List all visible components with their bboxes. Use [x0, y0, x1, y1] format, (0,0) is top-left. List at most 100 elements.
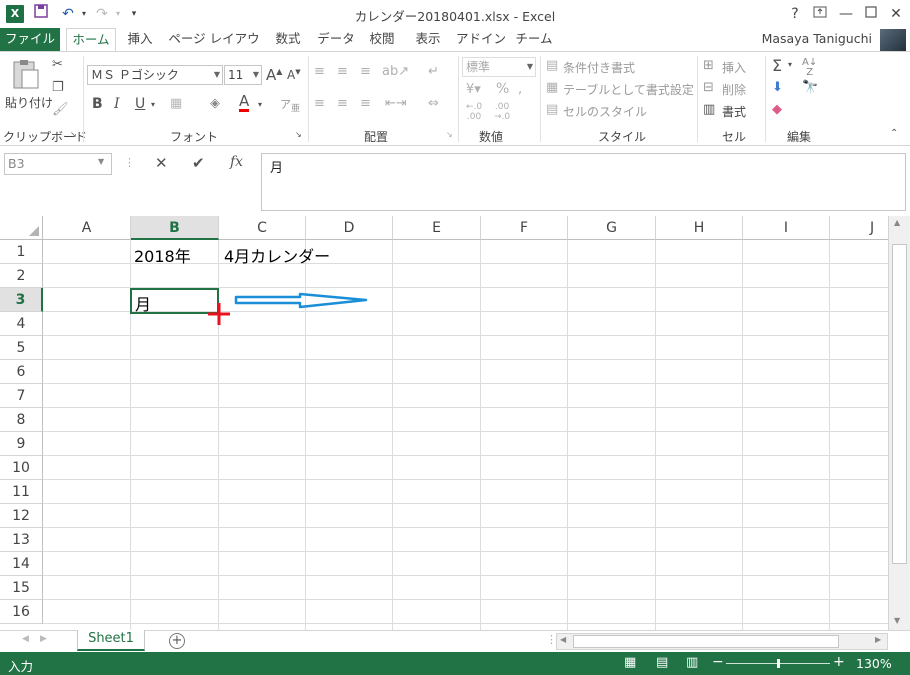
scroll-right-icon[interactable]: ▶: [875, 635, 881, 644]
cell-b1[interactable]: 2018年: [134, 243, 191, 267]
decrease-decimal-icon[interactable]: .00 →.0: [494, 102, 510, 122]
percent-button[interactable]: %: [496, 81, 509, 97]
copy-icon[interactable]: ❐: [52, 80, 64, 95]
normal-view-icon[interactable]: ▦: [624, 655, 636, 670]
clear-icon[interactable]: ◆: [772, 102, 782, 117]
format-as-table-button[interactable]: テーブルとして書式設定: [563, 81, 694, 98]
formula-input[interactable]: 月: [261, 153, 906, 211]
format-cells-icon[interactable]: ▥: [703, 102, 715, 117]
format-cells-button[interactable]: 書式: [722, 103, 746, 120]
font-color-dropdown-icon[interactable]: ▾: [258, 100, 262, 109]
next-sheet-icon[interactable]: ▶: [40, 634, 47, 644]
row-header-13[interactable]: 13: [0, 528, 43, 552]
zoom-slider-thumb[interactable]: [777, 659, 780, 668]
column-header-j[interactable]: J: [830, 216, 888, 240]
phonetic-icon[interactable]: ア亜: [280, 96, 300, 114]
maximize-button[interactable]: [859, 3, 883, 25]
row-header-10[interactable]: 10: [0, 456, 43, 480]
bold-button[interactable]: B: [92, 96, 103, 112]
autosum-icon[interactable]: Σ: [772, 56, 782, 75]
row-header-1[interactable]: 1: [0, 240, 43, 264]
minimize-button[interactable]: —: [834, 3, 858, 25]
tab-addins[interactable]: アドイン: [454, 28, 508, 52]
column-header-f[interactable]: F: [481, 216, 568, 240]
italic-button[interactable]: I: [114, 96, 120, 112]
column-header-e[interactable]: E: [393, 216, 481, 240]
indent-icons[interactable]: ⇤⇥: [385, 96, 407, 111]
sort-filter-icon[interactable]: A↓ Z: [802, 58, 817, 78]
tab-data[interactable]: データ: [314, 28, 358, 52]
row-header-8[interactable]: 8: [0, 408, 43, 432]
format-as-table-icon[interactable]: ▦: [546, 80, 558, 95]
delete-cells-button[interactable]: 削除: [722, 81, 746, 98]
collapse-ribbon-icon[interactable]: ⌃: [890, 128, 898, 139]
cell-c1[interactable]: 4月カレンダー: [224, 243, 330, 267]
increase-decimal-icon[interactable]: ←.0.00: [466, 102, 482, 122]
add-sheet-icon[interactable]: +: [169, 633, 185, 649]
row-header-4[interactable]: 4: [0, 312, 43, 336]
insert-cells-button[interactable]: 挿入: [722, 59, 746, 76]
zoom-level[interactable]: 130%: [856, 656, 892, 671]
tab-review[interactable]: 校閲: [362, 28, 402, 52]
avatar[interactable]: [880, 29, 906, 51]
row-header-6[interactable]: 6: [0, 360, 43, 384]
font-name-select[interactable]: ＭＳ Ｐゴシック ▼: [87, 65, 223, 85]
font-launcher-icon[interactable]: ↘: [295, 130, 302, 139]
fill-color-icon[interactable]: ◈: [210, 96, 220, 111]
underline-button[interactable]: U: [135, 96, 145, 112]
sheet-tab-sheet1[interactable]: Sheet1: [77, 630, 145, 651]
row-header-7[interactable]: 7: [0, 384, 43, 408]
worksheet-grid[interactable]: A B C D E F G H I J 1 2 3 4 5 6 7 8 9 10…: [0, 216, 888, 630]
tab-view[interactable]: 表示: [408, 28, 448, 52]
column-header-a[interactable]: A: [43, 216, 131, 240]
insert-cells-icon[interactable]: ⊞: [703, 58, 714, 73]
tab-team[interactable]: チーム: [512, 28, 556, 52]
clipboard-launcher-icon[interactable]: ↘: [70, 130, 77, 139]
format-painter-icon[interactable]: 🖌: [52, 102, 69, 117]
font-size-select[interactable]: 11 ▼: [224, 65, 262, 85]
name-box[interactable]: B3: [4, 153, 112, 175]
cell-styles-button[interactable]: セルのスタイル: [563, 103, 647, 120]
close-button[interactable]: ✕: [884, 3, 908, 25]
decrease-font-icon[interactable]: A▼: [287, 68, 301, 82]
column-header-g[interactable]: G: [568, 216, 656, 240]
vertical-scrollbar[interactable]: ▲ ▼: [888, 216, 910, 630]
autosum-dropdown-icon[interactable]: ▾: [788, 60, 792, 69]
wrap-text-icon[interactable]: ↵: [428, 64, 439, 79]
tab-file[interactable]: ファイル: [0, 28, 60, 52]
horizontal-scrollbar[interactable]: ◀ ▶: [556, 633, 888, 650]
column-header-h[interactable]: H: [656, 216, 743, 240]
scroll-down-icon[interactable]: ▼: [894, 616, 900, 625]
fill-icon[interactable]: ⬇: [772, 80, 783, 95]
border-icon[interactable]: ▦: [170, 96, 182, 111]
cut-icon[interactable]: ✂: [52, 57, 63, 72]
cell-styles-icon[interactable]: ▤: [546, 102, 558, 117]
help-button[interactable]: ?: [783, 3, 807, 25]
horizontal-scroll-thumb[interactable]: [573, 635, 839, 648]
prev-sheet-icon[interactable]: ◀: [22, 634, 29, 644]
column-header-i[interactable]: I: [743, 216, 830, 240]
confirm-entry-icon[interactable]: ✔: [192, 154, 205, 172]
horizontal-align-icons[interactable]: ≡ ≡ ≡: [314, 96, 375, 111]
paste-button[interactable]: 貼り付け: [5, 94, 53, 111]
underline-dropdown-icon[interactable]: ▾: [151, 100, 155, 109]
row-header-14[interactable]: 14: [0, 552, 43, 576]
vertical-scroll-thumb[interactable]: [892, 244, 907, 564]
insert-function-button[interactable]: fx: [230, 154, 243, 170]
tab-page-layout[interactable]: ページ レイアウト: [166, 28, 262, 68]
zoom-out-icon[interactable]: −: [712, 654, 724, 670]
column-header-d[interactable]: D: [306, 216, 393, 240]
column-header-c[interactable]: C: [219, 216, 306, 240]
merge-center-icon[interactable]: ⇔: [428, 96, 439, 111]
conditional-format-icon[interactable]: ▤: [546, 58, 558, 73]
cell-b3[interactable]: 月: [135, 291, 151, 315]
column-header-b[interactable]: B: [131, 216, 219, 240]
tab-insert[interactable]: 挿入: [120, 28, 160, 52]
number-format-select[interactable]: 標準 ▼: [462, 57, 536, 77]
orientation-icon[interactable]: ab↗: [382, 64, 409, 79]
increase-font-icon[interactable]: A▲: [266, 66, 282, 84]
row-header-11[interactable]: 11: [0, 480, 43, 504]
select-all-button[interactable]: [0, 216, 43, 240]
cancel-entry-icon[interactable]: ✕: [155, 154, 168, 172]
zoom-in-icon[interactable]: +: [833, 654, 845, 670]
